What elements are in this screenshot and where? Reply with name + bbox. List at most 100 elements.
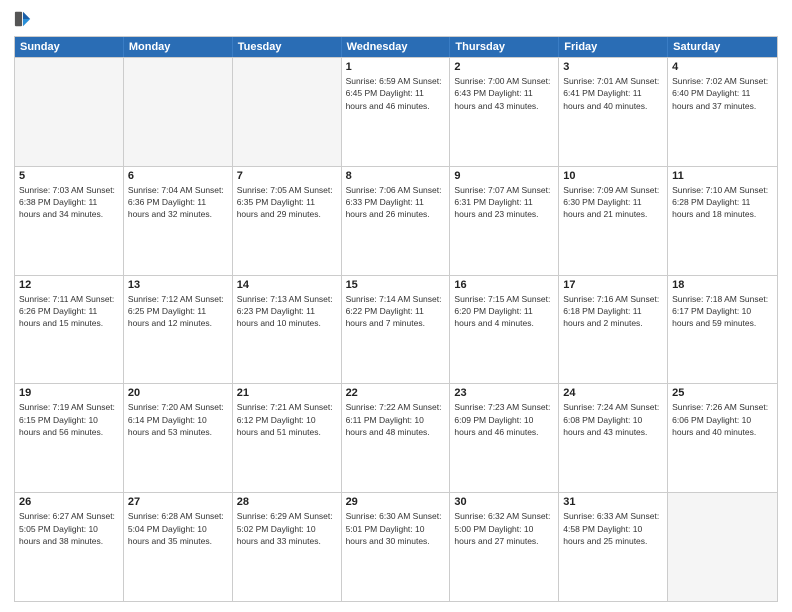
calendar-week-1: 1Sunrise: 6:59 AM Sunset: 6:45 PM Daylig… bbox=[15, 57, 777, 166]
day-number: 8 bbox=[346, 170, 446, 182]
calendar-cell-21: 19 Sunrise: 7:19 AM Sunset: 6:15 PM Dayli… bbox=[15, 384, 124, 492]
day-number: 28 bbox=[237, 496, 337, 508]
calendar-header-saturday: Saturday bbox=[668, 37, 777, 57]
header bbox=[14, 10, 778, 28]
day-number: 13 bbox=[128, 279, 228, 291]
day-number: 24 bbox=[563, 387, 663, 399]
day-number: 17 bbox=[563, 279, 663, 291]
calendar-cell-30: 28 Sunrise: 6:29 AM Sunset: 5:02 PM Dayli… bbox=[233, 493, 342, 601]
calendar-week-3: 12 Sunrise: 7:11 AM Sunset: 6:26 PM Dayli… bbox=[15, 275, 777, 384]
day-number: 15 bbox=[346, 279, 446, 291]
calendar-cell-23: 21Sunrise: 7:21 AM Sunset: 6:12 PM Dayli… bbox=[233, 384, 342, 492]
day-number: 3 bbox=[563, 61, 663, 73]
day-info: Sunrise: 6:27 AM Sunset: 5:05 PM Dayligh… bbox=[19, 510, 119, 547]
day-info: Sunrise: 6:33 AM Sunset: 4:58 PM Dayligh… bbox=[563, 510, 663, 547]
day-number: 29 bbox=[346, 496, 446, 508]
day-info: Sunrise: 7:03 AM Sunset: 6:38 PM Dayligh… bbox=[19, 184, 119, 221]
calendar-header-thursday: Thursday bbox=[450, 37, 559, 57]
day-info: Sunrise: 7:20 AM Sunset: 6:14 PM Dayligh… bbox=[128, 401, 228, 438]
day-info: Sunrise: 7:04 AM Sunset: 6:36 PM Dayligh… bbox=[128, 184, 228, 221]
day-number: 31 bbox=[563, 496, 663, 508]
calendar-cell-32: 30 Sunrise: 6:32 AM Sunset: 5:00 PM Dayli… bbox=[450, 493, 559, 601]
day-info: Sunrise: 7:07 AM Sunset: 6:31 PM Dayligh… bbox=[454, 184, 554, 221]
day-info: Sunrise: 7:22 AM Sunset: 6:11 PM Dayligh… bbox=[346, 401, 446, 438]
day-number: 6 bbox=[128, 170, 228, 182]
day-number: 9 bbox=[454, 170, 554, 182]
calendar-header-friday: Friday bbox=[559, 37, 668, 57]
day-info: Sunrise: 7:15 AM Sunset: 6:20 PM Dayligh… bbox=[454, 293, 554, 330]
calendar-cell-27: 25Sunrise: 7:26 AM Sunset: 6:06 PM Dayli… bbox=[668, 384, 777, 492]
day-number: 11 bbox=[672, 170, 773, 182]
day-info: Sunrise: 7:09 AM Sunset: 6:30 PM Dayligh… bbox=[563, 184, 663, 221]
calendar-cell-22: 20 Sunrise: 7:20 AM Sunset: 6:14 PM Dayli… bbox=[124, 384, 233, 492]
day-number: 18 bbox=[672, 279, 773, 291]
day-info: Sunrise: 7:19 AM Sunset: 6:15 PM Dayligh… bbox=[19, 401, 119, 438]
day-number: 25 bbox=[672, 387, 773, 399]
calendar-cell-14: 12 Sunrise: 7:11 AM Sunset: 6:26 PM Dayli… bbox=[15, 276, 124, 384]
calendar-cell-26: 24 Sunrise: 7:24 AM Sunset: 6:08 PM Dayli… bbox=[559, 384, 668, 492]
calendar-cell-6: 4 Sunrise: 7:02 AM Sunset: 6:40 PM Daylig… bbox=[668, 58, 777, 166]
day-number: 30 bbox=[454, 496, 554, 508]
calendar-cell-8: 6 Sunrise: 7:04 AM Sunset: 6:36 PM Daylig… bbox=[124, 167, 233, 275]
day-number: 22 bbox=[346, 387, 446, 399]
calendar-cell-10: 8 Sunrise: 7:06 AM Sunset: 6:33 PM Daylig… bbox=[342, 167, 451, 275]
day-number: 16 bbox=[454, 279, 554, 291]
day-number: 10 bbox=[563, 170, 663, 182]
day-info: Sunrise: 7:13 AM Sunset: 6:23 PM Dayligh… bbox=[237, 293, 337, 330]
calendar-cell-31: 29 Sunrise: 6:30 AM Sunset: 5:01 PM Dayli… bbox=[342, 493, 451, 601]
day-info: Sunrise: 7:05 AM Sunset: 6:35 PM Dayligh… bbox=[237, 184, 337, 221]
page: SundayMondayTuesdayWednesdayThursdayFrid… bbox=[0, 0, 792, 612]
calendar-cell-16: 14 Sunrise: 7:13 AM Sunset: 6:23 PM Dayli… bbox=[233, 276, 342, 384]
day-info: Sunrise: 6:29 AM Sunset: 5:02 PM Dayligh… bbox=[237, 510, 337, 547]
day-info: Sunrise: 7:14 AM Sunset: 6:22 PM Dayligh… bbox=[346, 293, 446, 330]
day-info: Sunrise: 6:28 AM Sunset: 5:04 PM Dayligh… bbox=[128, 510, 228, 547]
day-number: 12 bbox=[19, 279, 119, 291]
day-info: Sunrise: 7:06 AM Sunset: 6:33 PM Dayligh… bbox=[346, 184, 446, 221]
calendar-cell-33: 31 Sunrise: 6:33 AM Sunset: 4:58 PM Dayli… bbox=[559, 493, 668, 601]
calendar-header-monday: Monday bbox=[124, 37, 233, 57]
day-number: 19 bbox=[19, 387, 119, 399]
calendar-header-tuesday: Tuesday bbox=[233, 37, 342, 57]
calendar-cell-7: 5 Sunrise: 7:03 AM Sunset: 6:38 PM Daylig… bbox=[15, 167, 124, 275]
day-number: 2 bbox=[454, 61, 554, 73]
calendar-cell-20: 18 Sunrise: 7:18 AM Sunset: 6:17 PM Dayli… bbox=[668, 276, 777, 384]
day-number: 4 bbox=[672, 61, 773, 73]
day-info: Sunrise: 7:24 AM Sunset: 6:08 PM Dayligh… bbox=[563, 401, 663, 438]
day-number: 1 bbox=[346, 61, 446, 73]
calendar-cell-18: 16 Sunrise: 7:15 AM Sunset: 6:20 PM Dayli… bbox=[450, 276, 559, 384]
day-number: 14 bbox=[237, 279, 337, 291]
calendar-cell-2 bbox=[233, 58, 342, 166]
day-info: Sunrise: 7:23 AM Sunset: 6:09 PM Dayligh… bbox=[454, 401, 554, 438]
day-info: Sunrise: 7:01 AM Sunset: 6:41 PM Dayligh… bbox=[563, 75, 663, 112]
day-number: 20 bbox=[128, 387, 228, 399]
calendar-cell-28: 26 Sunrise: 6:27 AM Sunset: 5:05 PM Dayli… bbox=[15, 493, 124, 601]
day-info: Sunrise: 6:32 AM Sunset: 5:00 PM Dayligh… bbox=[454, 510, 554, 547]
calendar-header-sunday: Sunday bbox=[15, 37, 124, 57]
calendar-cell-12: 10 Sunrise: 7:09 AM Sunset: 6:30 PM Dayli… bbox=[559, 167, 668, 275]
calendar-body: 1Sunrise: 6:59 AM Sunset: 6:45 PM Daylig… bbox=[15, 57, 777, 601]
calendar-cell-15: 13Sunrise: 7:12 AM Sunset: 6:25 PM Dayli… bbox=[124, 276, 233, 384]
day-number: 21 bbox=[237, 387, 337, 399]
day-number: 7 bbox=[237, 170, 337, 182]
calendar-cell-34 bbox=[668, 493, 777, 601]
calendar: SundayMondayTuesdayWednesdayThursdayFrid… bbox=[14, 36, 778, 602]
day-info: Sunrise: 7:18 AM Sunset: 6:17 PM Dayligh… bbox=[672, 293, 773, 330]
day-number: 26 bbox=[19, 496, 119, 508]
calendar-cell-19: 17 Sunrise: 7:16 AM Sunset: 6:18 PM Dayli… bbox=[559, 276, 668, 384]
day-number: 23 bbox=[454, 387, 554, 399]
calendar-header-wednesday: Wednesday bbox=[342, 37, 451, 57]
calendar-cell-24: 22 Sunrise: 7:22 AM Sunset: 6:11 PM Dayli… bbox=[342, 384, 451, 492]
calendar-cell-5: 3 Sunrise: 7:01 AM Sunset: 6:41 PM Daylig… bbox=[559, 58, 668, 166]
logo bbox=[14, 10, 34, 28]
day-info: Sunrise: 7:16 AM Sunset: 6:18 PM Dayligh… bbox=[563, 293, 663, 330]
day-info: Sunrise: 7:10 AM Sunset: 6:28 PM Dayligh… bbox=[672, 184, 773, 221]
day-number: 5 bbox=[19, 170, 119, 182]
day-info: Sunrise: 6:30 AM Sunset: 5:01 PM Dayligh… bbox=[346, 510, 446, 547]
calendar-cell-25: 23 Sunrise: 7:23 AM Sunset: 6:09 PM Dayli… bbox=[450, 384, 559, 492]
calendar-week-2: 5 Sunrise: 7:03 AM Sunset: 6:38 PM Daylig… bbox=[15, 166, 777, 275]
day-info: Sunrise: 7:00 AM Sunset: 6:43 PM Dayligh… bbox=[454, 75, 554, 112]
calendar-cell-4: 2 Sunrise: 7:00 AM Sunset: 6:43 PM Daylig… bbox=[450, 58, 559, 166]
calendar-cell-13: 11 Sunrise: 7:10 AM Sunset: 6:28 PM Dayli… bbox=[668, 167, 777, 275]
day-info: Sunrise: 7:11 AM Sunset: 6:26 PM Dayligh… bbox=[19, 293, 119, 330]
day-info: Sunrise: 7:02 AM Sunset: 6:40 PM Dayligh… bbox=[672, 75, 773, 112]
